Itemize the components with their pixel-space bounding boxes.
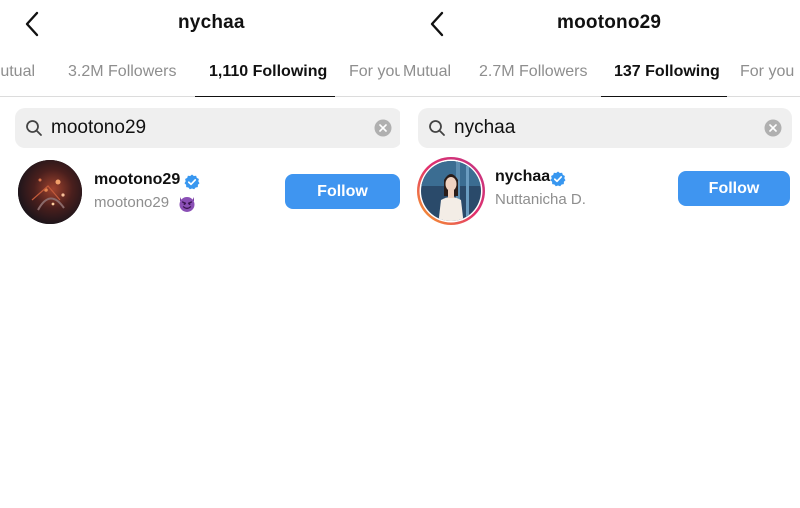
- avatar[interactable]: [416, 156, 486, 226]
- result-subname: Nuttanicha D.: [495, 191, 586, 208]
- follow-button[interactable]: Follow: [285, 174, 400, 209]
- avatar[interactable]: [18, 160, 82, 224]
- active-tab-indicator: [195, 96, 335, 97]
- page-title: mootono29: [557, 12, 662, 33]
- search-result-row[interactable]: mootono29 mootono29 Follow: [0, 158, 400, 228]
- search-query: mootono29: [51, 117, 147, 138]
- tab-for-you[interactable]: For you: [740, 62, 794, 96]
- search-input[interactable]: nychaa: [418, 108, 792, 148]
- chevron-left-icon: [430, 11, 444, 37]
- back-button[interactable]: [425, 10, 449, 38]
- search-input[interactable]: mootono29: [15, 108, 400, 148]
- tab-following[interactable]: 137 Following: [614, 62, 720, 96]
- smiling-devil-emoji-icon: [179, 197, 195, 212]
- tab-for-you[interactable]: For you: [349, 62, 400, 96]
- tab-bar: Mutual 3.2M Followers 1,110 Following Fo…: [0, 62, 400, 97]
- verified-badge-icon: [550, 171, 566, 187]
- tab-bar: Mutual 2.7M Followers 137 Following For …: [400, 62, 800, 97]
- result-username: nychaa: [495, 168, 551, 185]
- back-button[interactable]: [20, 10, 44, 38]
- left-screen: nychaa Mutual 3.2M Followers 1,110 Follo…: [0, 0, 400, 508]
- tab-mutual[interactable]: Mutual: [403, 62, 451, 96]
- search-icon: [429, 120, 445, 136]
- search-icon: [26, 120, 42, 136]
- page-title: nychaa: [178, 12, 245, 33]
- avatar-photo: [417, 157, 485, 225]
- search-query: nychaa: [454, 117, 516, 138]
- tab-followers[interactable]: 3.2M Followers: [68, 62, 176, 96]
- chevron-left-icon: [25, 11, 39, 37]
- result-username: mootono29: [94, 171, 181, 188]
- active-tab-indicator: [601, 96, 727, 97]
- avatar-photo: [18, 160, 82, 224]
- follow-button[interactable]: Follow: [678, 171, 790, 206]
- clear-search-icon[interactable]: [764, 119, 782, 137]
- tab-following[interactable]: 1,110 Following: [209, 62, 327, 96]
- tab-mutual[interactable]: Mutual: [0, 62, 35, 96]
- right-screen: mootono29 Mutual 2.7M Followers 137 Foll…: [400, 0, 800, 508]
- tab-followers[interactable]: 2.7M Followers: [479, 62, 587, 96]
- verified-badge-icon: [184, 174, 200, 190]
- clear-search-icon[interactable]: [374, 119, 392, 137]
- result-subname: mootono29: [94, 194, 170, 211]
- search-result-row[interactable]: nychaa Nuttanicha D. Follow: [400, 156, 800, 228]
